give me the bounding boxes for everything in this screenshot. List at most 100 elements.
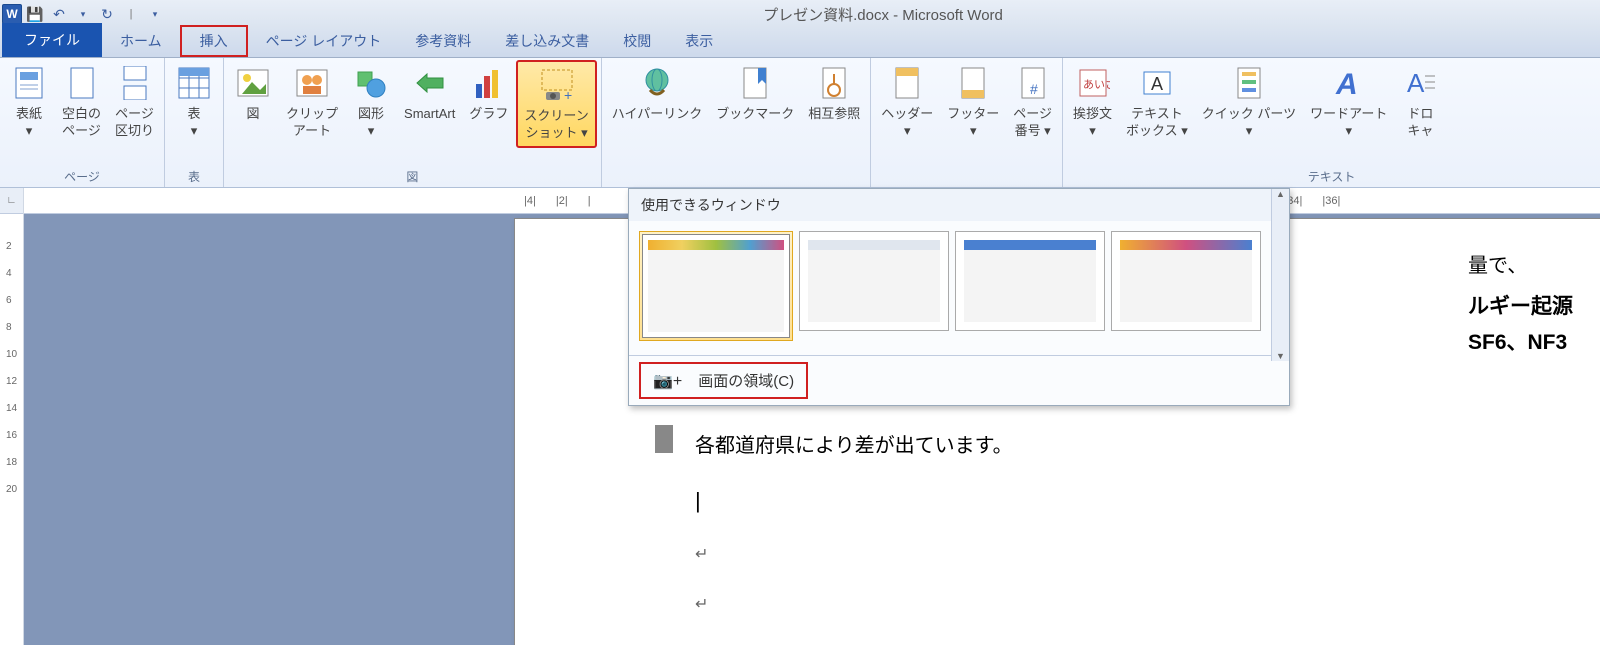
table-icon	[175, 64, 213, 102]
save-icon[interactable]: 💾	[24, 3, 46, 25]
ribbon-insert: 表紙 ▾ 空白の ページ ページ 区切り ページ 表 ▾ 表 図	[0, 58, 1600, 188]
dropdown-footer: 📷+ 画面の領域(C)	[629, 355, 1289, 405]
ruler-corner: ∟	[0, 188, 23, 214]
window-thumbnail-4[interactable]	[1111, 231, 1261, 331]
group-text: あいさつ 挨拶文 ▾ A テキスト ボックス ▾ クイック パーツ ▾ A ワー…	[1063, 58, 1600, 187]
word-app-icon: W	[2, 4, 22, 24]
group-illustrations: 図 クリップ アート 図形 ▾ SmartArt グラフ + スクリーン ショッ…	[224, 58, 602, 187]
hyperlink-icon	[638, 64, 676, 102]
qat-customize-icon[interactable]: ▾	[144, 3, 166, 25]
vertical-ruler: ∟ 2 4 6 8 10 12 14 16 18 20	[0, 188, 24, 645]
hyperlink-button[interactable]: ハイパーリンク	[606, 60, 708, 127]
page-number-button[interactable]: # ページ 番号 ▾	[1007, 60, 1058, 144]
cover-page-button[interactable]: 表紙 ▾	[4, 60, 54, 144]
header-button[interactable]: ヘッダー ▾	[875, 60, 939, 144]
window-thumbnail-3[interactable]	[955, 231, 1105, 331]
screen-clipping-label: 画面の領域(C)	[698, 370, 794, 391]
undo-icon[interactable]: ↶	[48, 3, 70, 25]
chart-button[interactable]: グラフ	[463, 60, 514, 127]
shapes-label: 図形 ▾	[358, 106, 384, 140]
ruler-v-tick: 16	[0, 430, 23, 457]
available-windows-list	[629, 221, 1289, 355]
table-button[interactable]: 表 ▾	[169, 60, 219, 144]
screen-clipping-button[interactable]: 📷+ 画面の領域(C)	[639, 362, 808, 399]
header-label: ヘッダー ▾	[881, 106, 933, 140]
textbox-button[interactable]: A テキスト ボックス ▾	[1120, 60, 1194, 144]
wordart-icon: A	[1330, 64, 1368, 102]
screenshot-label: スクリーン ショット ▾	[524, 108, 588, 142]
group-tables: 表 ▾ 表	[165, 58, 224, 187]
ruler-h-tick: |4|	[524, 195, 536, 207]
blank-page-label: 空白の ページ	[62, 106, 101, 140]
screenshot-dropdown: 使用できるウィンドウ ▲ ▼ 📷+ 画面の領域(C)	[628, 188, 1290, 406]
clipart-button[interactable]: クリップ アート	[280, 60, 344, 144]
tab-insert[interactable]: 挿入	[180, 25, 248, 57]
cross-reference-icon	[815, 64, 853, 102]
cross-reference-button[interactable]: 相互参照	[802, 60, 866, 127]
screenshot-button[interactable]: + スクリーン ショット ▾	[516, 60, 596, 148]
svg-text:あいさつ: あいさつ	[1083, 78, 1110, 91]
tab-home[interactable]: ホーム	[104, 25, 178, 57]
picture-button[interactable]: 図	[228, 60, 278, 127]
paragraph-mark: ↵	[695, 594, 1543, 614]
tab-view[interactable]: 表示	[669, 25, 729, 57]
svg-text:A: A	[1151, 74, 1163, 94]
group-tables-label: 表	[169, 166, 219, 187]
body-text[interactable]: 各都道府県により差が出ています。	[695, 429, 1543, 458]
scroll-down-icon[interactable]: ▼	[1276, 351, 1285, 361]
dropdown-scrollbar[interactable]: ▲ ▼	[1271, 189, 1289, 361]
title-bar: W 💾 ↶ ▾ ↻ | ▾ プレゼン資料.docx - Microsoft Wo…	[0, 0, 1600, 28]
wordart-button[interactable]: A ワードアート ▾	[1304, 60, 1393, 144]
footer-button[interactable]: フッター ▾	[941, 60, 1005, 144]
header-icon	[888, 64, 926, 102]
ruler-v-tick: 20	[0, 484, 23, 511]
ruler-v-tick: 10	[0, 349, 23, 376]
ruler-v-tick: 8	[0, 322, 23, 349]
page-number-icon: #	[1014, 64, 1052, 102]
greeting-button[interactable]: あいさつ 挨拶文 ▾	[1067, 60, 1118, 144]
page-number-label: ページ 番号 ▾	[1013, 106, 1052, 140]
blank-page-button[interactable]: 空白の ページ	[56, 60, 107, 144]
shapes-button[interactable]: 図形 ▾	[346, 60, 396, 144]
ruler-v-tick: 6	[0, 295, 23, 322]
ruler-h-tick: |36|	[1322, 195, 1340, 207]
page-break-button[interactable]: ページ 区切り	[109, 60, 160, 144]
tab-review[interactable]: 校閲	[607, 25, 667, 57]
greeting-label: 挨拶文 ▾	[1073, 106, 1112, 140]
undo-dropdown-icon[interactable]: ▾	[72, 3, 94, 25]
group-pages-label: ページ	[4, 166, 160, 187]
smartart-button[interactable]: SmartArt	[398, 60, 461, 127]
redo-icon[interactable]: ↻	[96, 3, 118, 25]
group-links: ハイパーリンク ブックマーク 相互参照	[602, 58, 872, 187]
ruler-v-tick: 2	[0, 241, 23, 268]
qat-separator: |	[120, 3, 142, 25]
ruler-v-tick	[0, 214, 23, 241]
text-line: SF6、NF3	[1468, 326, 1573, 356]
window-thumbnail-2[interactable]	[799, 231, 949, 331]
textbox-icon: A	[1138, 64, 1176, 102]
bookmark-icon	[736, 64, 774, 102]
window-thumbnail-1[interactable]	[639, 231, 793, 341]
tab-references[interactable]: 参考資料	[399, 25, 487, 57]
svg-text:A: A	[1335, 68, 1358, 100]
greeting-icon: あいさつ	[1074, 64, 1112, 102]
window-title: プレゼン資料.docx - Microsoft Word	[166, 4, 1600, 25]
group-text-label: テキスト	[1067, 166, 1596, 187]
dropcap-button[interactable]: A ドロ キャ	[1395, 60, 1445, 144]
ruler-h-tick: |2|	[556, 195, 568, 207]
scroll-up-icon[interactable]: ▲	[1276, 189, 1285, 199]
hyperlink-label: ハイパーリンク	[612, 106, 702, 123]
bookmark-button[interactable]: ブックマーク	[710, 60, 800, 127]
page-break-label: ページ 区切り	[115, 106, 154, 140]
picture-label: 図	[247, 106, 260, 123]
footer-label: フッター ▾	[947, 106, 999, 140]
quick-parts-button[interactable]: クイック パーツ ▾	[1196, 60, 1302, 144]
screen-clipping-text: 画面の領域(C)	[698, 373, 794, 390]
ruler-v-tick: 4	[0, 268, 23, 295]
tab-page-layout[interactable]: ページ レイアウト	[250, 25, 398, 57]
tab-mailings[interactable]: 差し込み文書	[489, 25, 605, 57]
smartart-icon	[411, 64, 449, 102]
svg-text:A: A	[1407, 68, 1425, 98]
tab-file[interactable]: ファイル	[2, 23, 102, 57]
group-pages: 表紙 ▾ 空白の ページ ページ 区切り ページ	[0, 58, 165, 187]
